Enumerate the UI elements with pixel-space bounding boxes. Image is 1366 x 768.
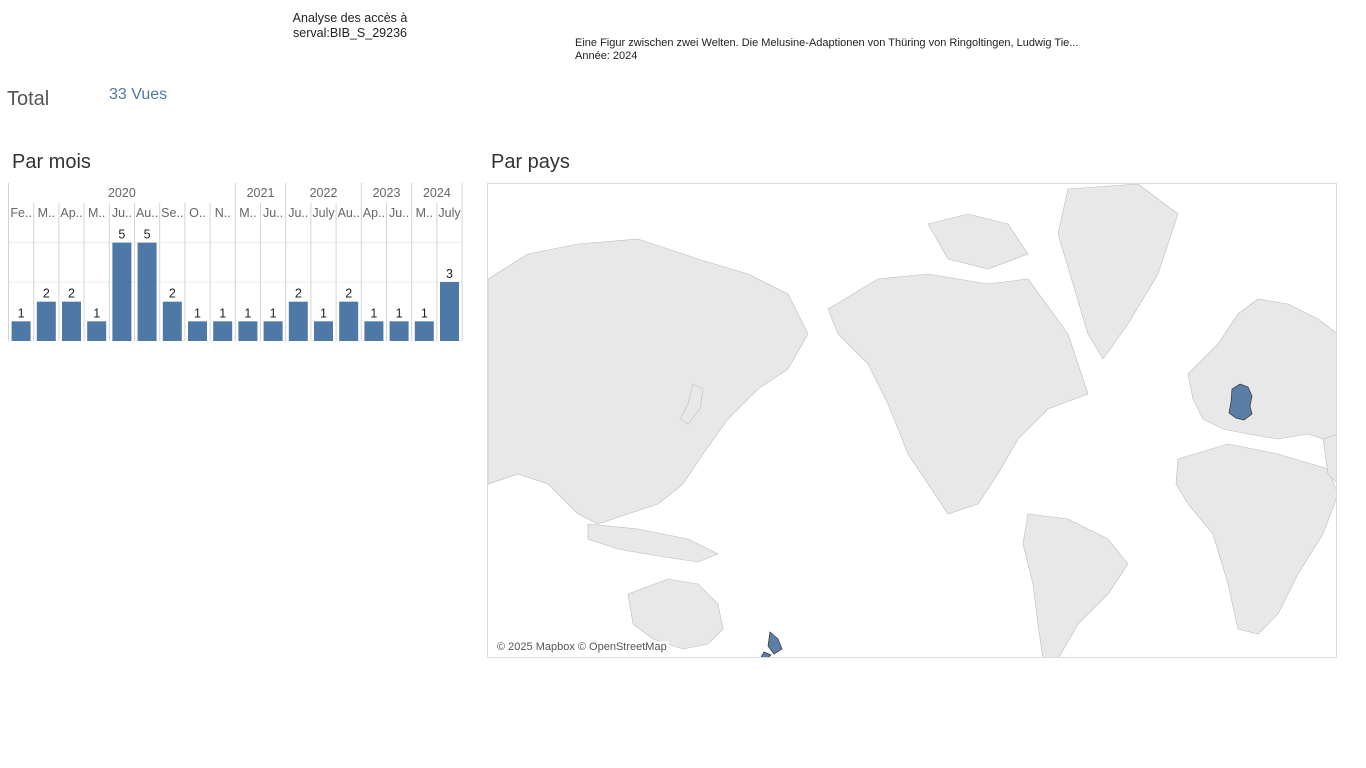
north-america-landmass — [827, 273, 1089, 515]
month-label: July — [438, 206, 461, 220]
bar-value-label: 1 — [421, 306, 428, 320]
bar-value-label: 1 — [194, 306, 201, 320]
month-bar — [87, 321, 107, 341]
month-label: Ju.. — [288, 206, 308, 220]
bar-value-label: 1 — [320, 306, 327, 320]
bar-value-label: 5 — [118, 228, 125, 242]
month-bar — [364, 321, 384, 341]
month-label: Ap.. — [363, 206, 385, 220]
greenland-landmass — [1057, 184, 1179, 360]
month-label: Au.. — [136, 206, 158, 220]
month-bar — [62, 301, 81, 341]
bar-value-label: 1 — [270, 306, 277, 320]
bar-value-label: 2 — [345, 287, 352, 301]
world-map[interactable]: © 2025 Mapbox © OpenStreetMap — [487, 183, 1337, 658]
bar-value-label: 1 — [396, 306, 403, 320]
bar-value-label: 5 — [144, 228, 151, 242]
asia-landmass — [488, 238, 809, 525]
month-label: N.. — [215, 206, 231, 220]
month-label: M.. — [416, 206, 433, 220]
map-canvas[interactable] — [488, 184, 1337, 658]
bar-value-label: 1 — [244, 306, 251, 320]
year-label: 2020 — [108, 186, 136, 200]
bar-value-label: 3 — [446, 267, 453, 281]
month-label: O.. — [189, 206, 206, 220]
bar-value-label: 1 — [18, 306, 25, 320]
australia-landmass — [627, 578, 724, 650]
month-bar — [440, 282, 459, 341]
month-bar — [288, 301, 308, 341]
month-label: Ju.. — [112, 206, 132, 220]
month-label: Ap.. — [60, 206, 82, 220]
month-bar — [339, 301, 359, 341]
by-country-title: Par pays — [491, 151, 570, 173]
bar-value-label: 1 — [93, 306, 100, 320]
year-label: 2024 — [423, 186, 451, 200]
report-title: Analyse des accès à serval:BIB_S_29236 — [292, 11, 408, 40]
map-land — [488, 184, 1336, 657]
month-bar — [389, 321, 409, 341]
germany-region[interactable] — [1228, 383, 1253, 421]
map-attribution: © 2025 Mapbox © OpenStreetMap — [495, 641, 669, 653]
bar-value-label: 1 — [370, 306, 377, 320]
year-label: 2023 — [373, 186, 401, 200]
month-bar — [213, 321, 233, 341]
bar-value-label: 1 — [219, 306, 226, 320]
month-bar — [414, 321, 434, 341]
africa-landmass — [1175, 443, 1336, 635]
month-label: Ju.. — [263, 206, 283, 220]
by-month-title: Par mois — [12, 151, 91, 173]
indonesia-landmass — [587, 523, 719, 563]
month-label: Au.. — [338, 206, 360, 220]
total-label: Total — [7, 88, 50, 110]
month-bar — [11, 321, 31, 341]
south-america-landmass — [1022, 513, 1129, 657]
monthly-bar-chart[interactable]: 2020 2021 2022 2023 2024 Fe.. 1 M.. 2 Ap.. 2 M.. 1 Ju… — [8, 183, 468, 345]
new-zealand-south-region[interactable] — [760, 651, 772, 658]
month-bar — [238, 321, 258, 341]
month-label: Fe.. — [10, 206, 32, 220]
bar-value-label: 2 — [43, 287, 50, 301]
month-label: M.. — [38, 206, 55, 220]
arctic-islands-landmass — [927, 213, 1029, 270]
month-bar — [263, 321, 283, 341]
month-label: M.. — [88, 206, 105, 220]
year-label: 2022 — [310, 186, 338, 200]
month-bar — [137, 242, 157, 341]
month-label: M.. — [239, 206, 256, 220]
month-bar — [36, 301, 56, 341]
month-bar — [162, 301, 182, 341]
month-bar — [188, 321, 207, 341]
bar-value-label: 2 — [169, 287, 176, 301]
document-info: Eine Figur zwischen zwei Welten. Die Mel… — [575, 37, 1078, 63]
total-value: 33 Vues — [109, 86, 168, 103]
document-title: Eine Figur zwischen zwei Welten. Die Mel… — [575, 37, 1079, 49]
bar-value-label: 2 — [68, 287, 75, 301]
year-label: 2021 — [247, 186, 275, 200]
month-label: Se.. — [161, 206, 183, 220]
new-zealand-region[interactable] — [767, 631, 783, 655]
month-bar — [112, 242, 132, 341]
month-label: July — [312, 206, 335, 220]
bar-value-label: 2 — [295, 287, 302, 301]
month-label: Ju.. — [389, 206, 409, 220]
document-year: Année: 2024 — [575, 50, 638, 62]
europe-landmass — [1187, 298, 1336, 444]
month-bar — [314, 321, 333, 341]
